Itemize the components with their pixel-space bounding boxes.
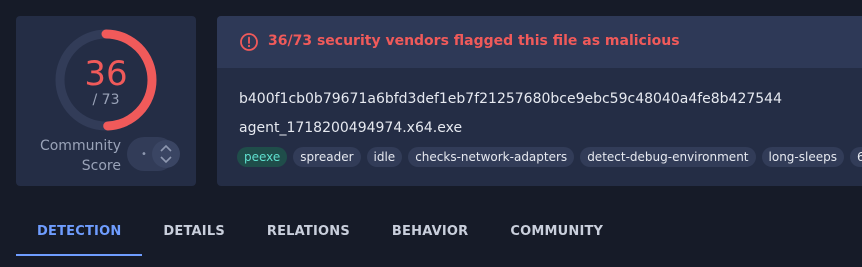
file-name: agent_1718200494974.x64.exe: [239, 120, 463, 136]
tag[interactable]: idle: [366, 147, 403, 167]
malicious-alert: 36/73 security vendors flagged this file…: [217, 16, 862, 68]
vote-dot: •: [141, 149, 147, 160]
community-score-label: Community Score: [36, 136, 121, 176]
tag[interactable]: peexe: [237, 147, 288, 167]
tab-community[interactable]: COMMUNITY: [489, 214, 624, 256]
file-hash[interactable]: b400f1cb0b79671a6bfd3def1eb7f21257680bce…: [239, 91, 782, 107]
tag[interactable]: spreader: [293, 147, 361, 167]
detection-gauge: 36 / 73: [54, 28, 158, 132]
tab-details[interactable]: DETAILS: [142, 214, 245, 256]
community-vote-control[interactable]: •: [127, 137, 180, 171]
vote-arrows[interactable]: [151, 139, 181, 169]
detection-score-card: 36 / 73 Community Score •: [16, 16, 196, 186]
tab-relations[interactable]: RELATIONS: [246, 214, 371, 256]
tag[interactable]: checks-network-adapters: [408, 147, 575, 167]
alert-text: 36/73 security vendors flagged this file…: [268, 33, 680, 49]
file-info-card: 36/73 security vendors flagged this file…: [217, 16, 862, 186]
report-tabs: DETECTION DETAILS RELATIONS BEHAVIOR COM…: [16, 214, 862, 256]
community-label-line1: Community: [39, 138, 121, 154]
tag[interactable]: 64bits: [849, 147, 862, 167]
detection-count: 36: [84, 54, 128, 94]
tag[interactable]: long-sleeps: [761, 147, 844, 167]
community-label-line2: Score: [81, 158, 121, 174]
tab-detection[interactable]: DETECTION: [16, 214, 143, 256]
tag-list: peexe spreader idle checks-network-adapt…: [237, 147, 862, 167]
tag[interactable]: detect-debug-environment: [580, 147, 756, 167]
tab-behavior[interactable]: BEHAVIOR: [371, 214, 489, 256]
vendor-total: / 73: [92, 92, 120, 108]
alert-circle-icon: [240, 33, 258, 51]
